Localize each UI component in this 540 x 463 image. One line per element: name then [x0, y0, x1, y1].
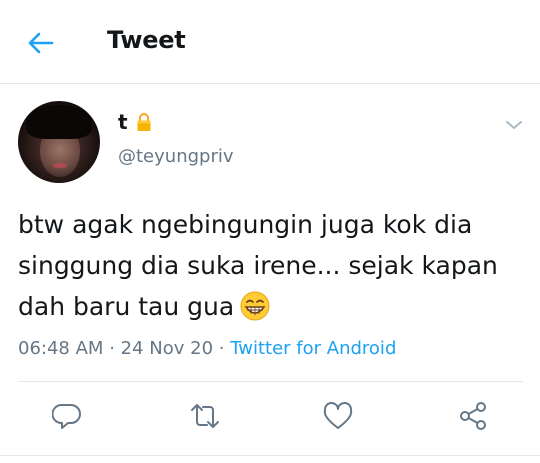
user-handle[interactable]: @teyungpriv: [118, 146, 234, 167]
retweet-button[interactable]: [189, 400, 221, 432]
reply-button[interactable]: [51, 400, 84, 432]
heart-icon: [323, 402, 353, 429]
share-icon: [460, 402, 486, 430]
reply-icon: [51, 404, 81, 429]
tweet-menu-button[interactable]: [505, 116, 523, 129]
tweet-date: 24 Nov 20: [120, 338, 214, 359]
tweet-time: 06:48 AM: [18, 338, 104, 359]
lock-icon: [136, 112, 152, 132]
share-button[interactable]: [457, 400, 489, 432]
page-title: Tweet: [107, 26, 186, 54]
tweet-actions: [0, 400, 540, 436]
like-button[interactable]: [322, 400, 354, 432]
tweet-source-link[interactable]: Twitter for Android: [230, 338, 396, 359]
app-header: Tweet: [0, 0, 540, 84]
bottom-divider: [0, 455, 540, 456]
tweet-text: btw agak ngebingungin juga kok dia singg…: [18, 204, 523, 327]
meta-separator-2: ·: [218, 338, 225, 359]
divider: [18, 381, 523, 382]
meta-separator: ·: [109, 338, 115, 359]
author-name-row: t: [118, 110, 152, 134]
grinning-face-emoji: [240, 291, 270, 321]
back-button[interactable]: [26, 28, 56, 58]
avatar[interactable]: [18, 101, 100, 183]
chevron-down-icon: [506, 121, 522, 129]
display-name[interactable]: t: [118, 110, 128, 134]
tweet-meta: 06:48 AM · 24 Nov 20 · Twitter for Andro…: [18, 338, 396, 359]
retweet-icon: [191, 404, 219, 428]
arrow-left-icon: [28, 32, 54, 54]
